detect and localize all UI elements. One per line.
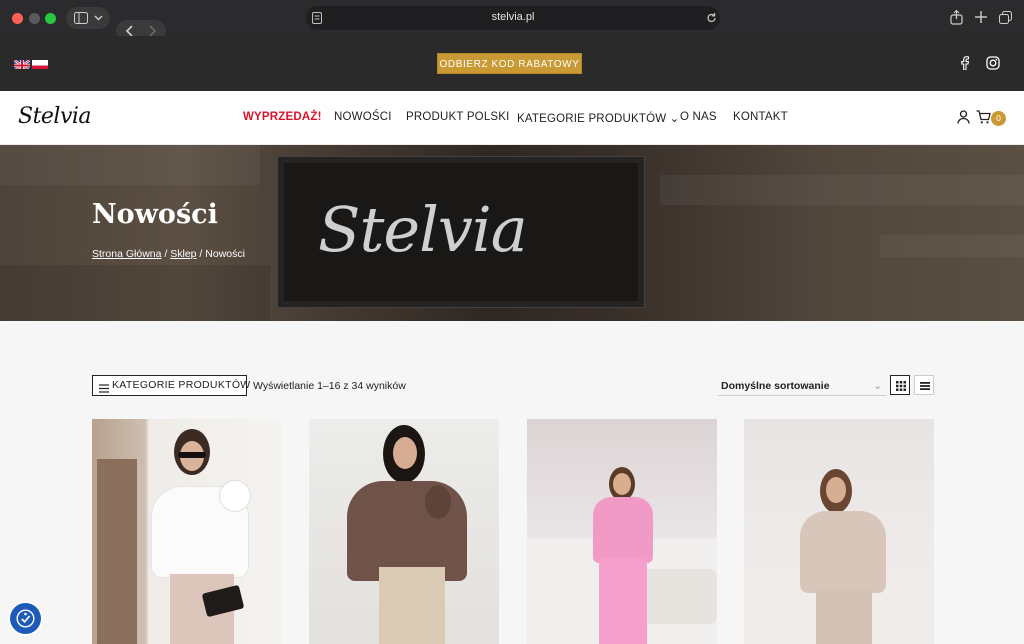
share-icon[interactable] [950,10,963,25]
cart-count-badge[interactable]: 0 [991,111,1006,126]
blouse-ruffle [425,485,451,519]
chevron-down-icon [94,13,103,22]
address-bar[interactable]: stelvia.pl [306,6,720,30]
model-sweater [800,511,886,593]
cart-icon[interactable] [976,110,991,129]
polish-flag-icon[interactable] [32,58,48,69]
model-hoodie [593,497,653,563]
url-text: stelvia.pl [491,11,535,23]
breadcrumb-separator: / [161,248,171,260]
results-count: Wyświetlanie 1–16 z 34 wyników [253,380,406,392]
product-card[interactable] [92,419,282,644]
sofa [642,569,717,624]
browser-toolbar: stelvia.pl [0,0,1024,42]
model-face [826,477,846,503]
new-tab-icon[interactable] [975,11,987,23]
breadcrumb-current: Nowości [205,248,245,260]
chevron-down-icon: ⌄ [873,380,882,392]
product-card[interactable] [744,419,934,644]
product-categories-label: KATEGORIE PRODUKTÓW [112,379,251,391]
account-icon[interactable] [957,110,970,129]
breadcrumb: Strona Główna / Sklep / Nowości [92,248,245,260]
hero-sign-logo: Stelvia [318,193,528,266]
model-face [613,473,631,495]
grid-view-icon [896,381,906,391]
sunglasses [178,452,206,458]
menu-lines-icon [99,381,109,400]
model-trousers [379,567,445,644]
product-categories-button[interactable]: KATEGORIE PRODUKTÓW [92,375,250,396]
product-image-door [97,459,137,644]
sidebar-toggle-button[interactable] [66,7,110,29]
sort-select[interactable]: Domyślne sortowanie ⌄ [718,376,886,396]
product-card[interactable] [527,419,717,644]
discount-code-button[interactable]: ODBIERZ KOD RABATOWY [437,53,582,74]
site-logo[interactable]: Stelvia [18,104,92,129]
site-header: Stelvia WYPRZEDAŻ! NOWOŚCI PRODUKT POLSK… [0,91,1024,145]
english-flag-icon[interactable] [14,58,30,69]
facebook-icon[interactable] [960,56,970,75]
nav-about-us[interactable]: O NAS [680,111,717,123]
nav-polish-product[interactable]: PRODUKT POLSKI [406,111,510,123]
list-view-button[interactable] [914,375,934,395]
sidebar-icon [74,12,88,24]
blouse-rose [220,481,250,511]
accessibility-icon [16,609,35,628]
model-face [393,437,417,469]
zoom-window-button[interactable] [45,13,56,24]
breadcrumb-separator: / [196,248,206,260]
accessibility-button[interactable] [10,603,41,634]
nav-product-categories[interactable]: KATEGORIE PRODUKTÓW ⌄ [517,111,680,125]
nav-new-arrivals[interactable]: NOWOŚCI [334,111,392,123]
minimize-window-button[interactable] [29,13,40,24]
hero-banner: Stelvia Nowości Strona Główna / Sklep / … [0,145,1024,321]
page-title: Nowości [92,199,218,230]
breadcrumb-shop-link[interactable]: Sklep [170,248,196,260]
model-joggers [599,559,647,644]
nav-sale[interactable]: WYPRZEDAŻ! [243,111,322,123]
close-window-button[interactable] [12,13,23,24]
top-promo-bar: ODBIERZ KOD RABATOWY [0,36,1024,91]
product-card[interactable] [309,419,499,644]
breadcrumb-home-link[interactable]: Strona Główna [92,248,161,260]
nav-contact[interactable]: KONTAKT [733,111,788,123]
model-pants [816,589,872,644]
instagram-icon[interactable] [986,56,1000,75]
list-view-icon [920,382,930,390]
tab-overview-icon[interactable] [999,11,1012,24]
grid-view-button[interactable] [890,375,910,395]
sort-selected-value: Domyślne sortowanie [721,380,830,392]
reload-icon[interactable] [706,12,717,24]
